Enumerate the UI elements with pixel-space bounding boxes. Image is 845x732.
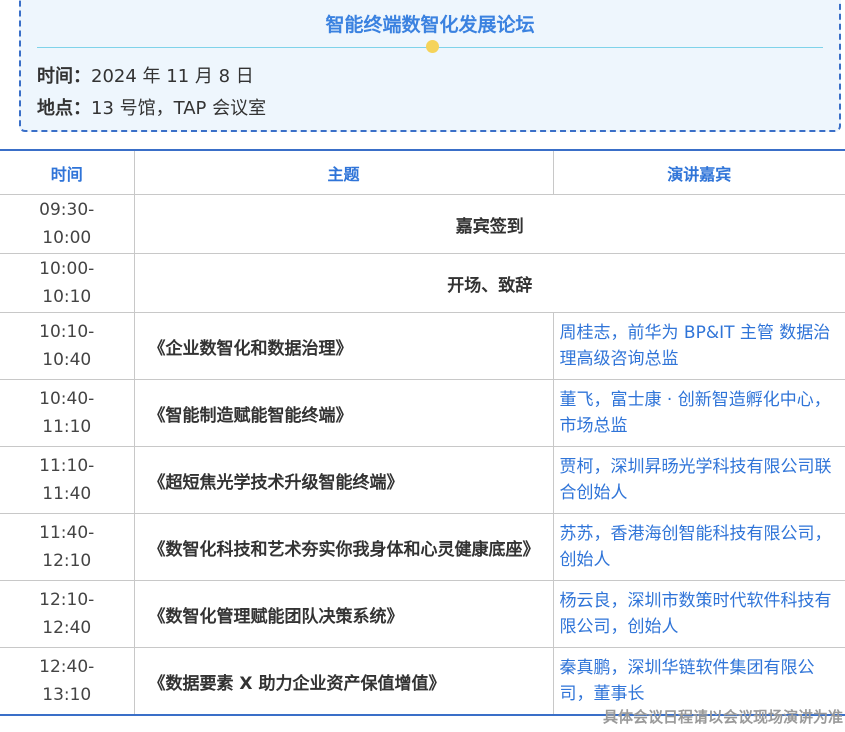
row-topic: 《数据要素 X 助力企业资产保值增值》	[133, 647, 554, 716]
row-time: 12:10- 12:40	[0, 580, 135, 648]
row-topic: 开场、致辞	[133, 253, 845, 313]
row-time: 09:30- 10:00	[0, 194, 135, 254]
footnote: 具体会议日程请以会议现场演讲为准	[602, 708, 843, 726]
row-time: 11:10- 11:40	[0, 446, 135, 514]
row-time: 10:10- 10:40	[0, 312, 135, 380]
row-speaker: 贾柯，深圳昇旸光学科技有限公司联合创始人	[552, 446, 845, 514]
table-row: 10:40- 11:10 《智能制造赋能智能终端》 董飞，富士康 · 创新智造孵…	[0, 379, 845, 447]
forum-info-box: 智能终端数智化发展论坛 时间：2024 年 11 月 8 日 地点：13 号馆，…	[19, 0, 841, 132]
row-time: 10:40- 11:10	[0, 379, 135, 447]
row-topic: 《数智化科技和艺术夯实你我身体和心灵健康底座》	[133, 513, 554, 581]
row-speaker: 董飞，富士康 · 创新智造孵化中心，市场总监	[552, 379, 845, 447]
row-topic: 《智能制造赋能智能终端》	[133, 379, 554, 447]
table-row: 12:10- 12:40 《数智化管理赋能团队决策系统》 杨云良，深圳市数策时代…	[0, 580, 845, 648]
schedule-table: 时间 主题 演讲嘉宾 09:30- 10:00 嘉宾签到 10:00- 10:1…	[0, 149, 845, 716]
time-value: 2024 年 11 月 8 日	[91, 66, 254, 87]
table-row: 12:40- 13:10 《数据要素 X 助力企业资产保值增值》 秦真鹏，深圳华…	[0, 647, 845, 716]
table-row: 09:30- 10:00 嘉宾签到	[0, 194, 845, 254]
table-row: 10:00- 10:10 开场、致辞	[0, 253, 845, 313]
row-topic: 《数智化管理赋能团队决策系统》	[133, 580, 554, 648]
table-row: 10:10- 10:40 《企业数智化和数据治理》 周桂志，前华为 BP&IT …	[0, 312, 845, 380]
place-value: 13 号馆，TAP 会议室	[91, 98, 267, 119]
row-topic: 《企业数智化和数据治理》	[133, 312, 554, 380]
row-topic: 嘉宾签到	[133, 194, 845, 254]
forum-place-row: 地点：13 号馆，TAP 会议室	[37, 94, 266, 120]
row-time: 11:40- 12:10	[0, 513, 135, 581]
row-speaker: 周桂志，前华为 BP&IT 主管 数据治理高级咨询总监	[552, 312, 845, 380]
divider-dot	[426, 40, 439, 53]
row-speaker: 秦真鹏，深圳华链软件集团有限公司，董事长	[552, 647, 845, 716]
row-speaker: 苏苏，香港海创智能科技有限公司，创始人	[552, 513, 845, 581]
row-time: 10:00- 10:10	[0, 253, 135, 313]
header-time: 时间	[0, 149, 135, 195]
table-row: 11:10- 11:40 《超短焦光学技术升级智能终端》 贾柯，深圳昇旸光学科技…	[0, 446, 845, 514]
table-header-row: 时间 主题 演讲嘉宾	[0, 149, 845, 195]
forum-title: 智能终端数智化发展论坛	[325, 14, 535, 36]
forum-time-row: 时间：2024 年 11 月 8 日	[37, 62, 254, 88]
header-topic: 主题	[133, 149, 554, 195]
time-label: 时间：	[37, 66, 91, 87]
row-speaker: 杨云良，深圳市数策时代软件科技有限公司，创始人	[552, 580, 845, 648]
table-row: 11:40- 12:10 《数智化科技和艺术夯实你我身体和心灵健康底座》 苏苏，…	[0, 513, 845, 581]
header-speaker: 演讲嘉宾	[552, 149, 845, 195]
row-topic: 《超短焦光学技术升级智能终端》	[133, 446, 554, 514]
place-label: 地点：	[37, 98, 91, 119]
row-time: 12:40- 13:10	[0, 647, 135, 716]
